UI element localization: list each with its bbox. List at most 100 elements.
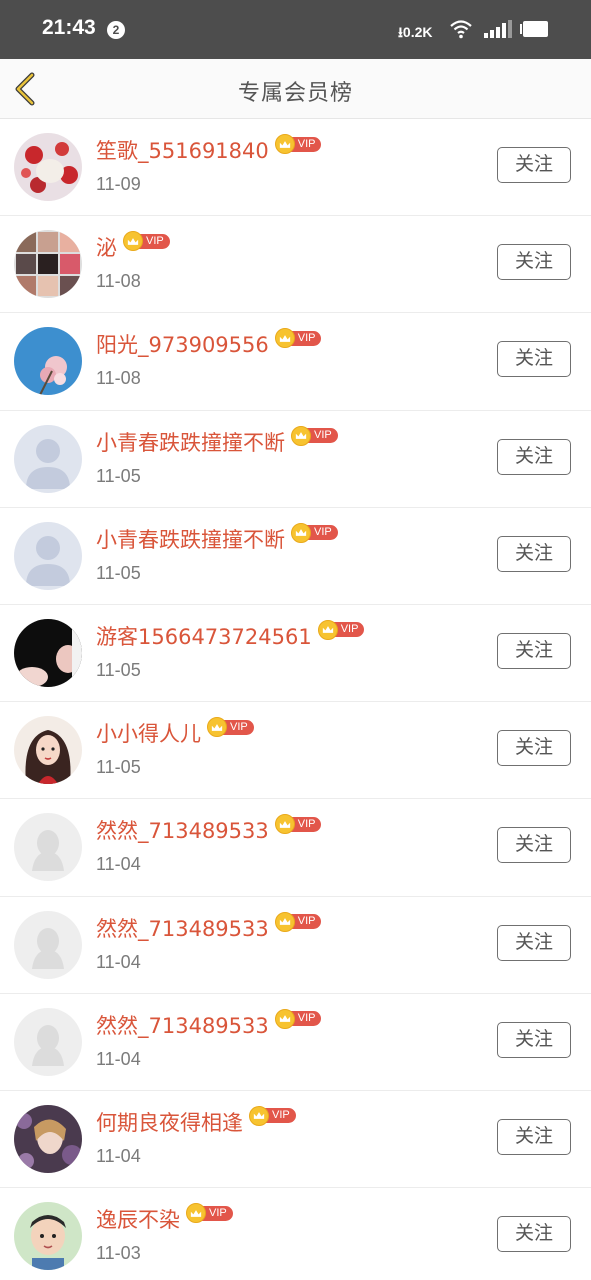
avatar[interactable] bbox=[14, 1104, 82, 1173]
net-speed: ⭳0.2K bbox=[398, 22, 432, 46]
member-row[interactable]: 然然_713489533 VIP 11-04 关注 bbox=[0, 799, 591, 897]
avatar[interactable] bbox=[14, 327, 82, 396]
follow-button[interactable]: 关注 bbox=[497, 1118, 571, 1155]
crown-icon bbox=[274, 1008, 295, 1029]
avatar[interactable] bbox=[14, 813, 82, 882]
follow-button[interactable]: 关注 bbox=[497, 438, 571, 475]
member-row[interactable]: 然然_713489533 VIP 11-04 关注 bbox=[0, 896, 591, 994]
avatar-image bbox=[14, 618, 82, 687]
vip-badge: VIP bbox=[123, 231, 170, 252]
avatar-image bbox=[14, 1104, 82, 1173]
vip-badge: VIP bbox=[291, 522, 338, 543]
avatar[interactable] bbox=[14, 230, 82, 299]
member-name: 然然_713489533 bbox=[96, 916, 269, 941]
crown-icon bbox=[291, 425, 311, 446]
member-date: 11-04 bbox=[96, 951, 141, 972]
crown-icon bbox=[186, 1203, 206, 1224]
member-date: 11-05 bbox=[96, 659, 141, 680]
status-time: 21:43 bbox=[42, 16, 96, 39]
member-name: 阳光_973909556 bbox=[96, 333, 269, 358]
member-date: 11-03 bbox=[96, 1243, 141, 1264]
signal-icon bbox=[484, 20, 512, 38]
avatar[interactable] bbox=[14, 716, 82, 785]
crown-icon bbox=[274, 134, 295, 154]
member-name: 游客1566473724561 bbox=[96, 624, 312, 649]
member-name: 小小得人儿 bbox=[96, 722, 201, 747]
member-row[interactable]: 然然_713489533 VIP 11-04 关注 bbox=[0, 993, 591, 1091]
member-row[interactable]: 小青春跌跌撞撞不断 VIP 11-05 关注 bbox=[0, 507, 591, 605]
member-name-line: 逸辰不染 VIP bbox=[96, 1202, 233, 1236]
follow-button[interactable]: 关注 bbox=[497, 827, 571, 864]
avatar[interactable] bbox=[14, 521, 82, 590]
member-name-line: 小青春跌跌撞撞不断 VIP bbox=[96, 522, 338, 556]
member-list: 笙歌_551691840 VIP 11-09 关注 泌 VIP 11-08 关注 bbox=[0, 119, 591, 1280]
member-date: 11-08 bbox=[96, 271, 141, 292]
avatar[interactable] bbox=[14, 1007, 82, 1076]
page-title: 专属会员榜 bbox=[237, 81, 353, 106]
member-name: 小青春跌跌撞撞不断 bbox=[96, 527, 285, 552]
crown-icon bbox=[207, 717, 227, 738]
member-name: 逸辰不染 bbox=[96, 1208, 180, 1233]
member-date: 11-05 bbox=[96, 562, 141, 583]
member-date: 11-04 bbox=[96, 1048, 141, 1069]
member-row[interactable]: 笙歌_551691840 VIP 11-09 关注 bbox=[0, 119, 591, 217]
member-name-line: 何期良夜得相逢 VIP bbox=[96, 1105, 296, 1139]
crown-icon bbox=[249, 1105, 269, 1126]
vip-badge: VIP bbox=[207, 717, 254, 738]
crown-icon bbox=[317, 619, 338, 640]
member-name-line: 小青春跌跌撞撞不断 VIP bbox=[96, 425, 338, 459]
member-row[interactable]: 游客1566473724561 VIP 11-05 关注 bbox=[0, 604, 591, 703]
avatar-image bbox=[14, 133, 82, 201]
follow-button[interactable]: 关注 bbox=[497, 535, 571, 572]
crown-icon bbox=[274, 911, 295, 932]
member-date: 11-09 bbox=[96, 174, 141, 194]
vip-badge: VIP bbox=[291, 425, 338, 446]
avatar-image bbox=[14, 910, 82, 979]
member-name: 何期良夜得相逢 bbox=[96, 1110, 243, 1135]
follow-button[interactable]: 关注 bbox=[497, 341, 571, 378]
member-date: 11-04 bbox=[96, 854, 141, 875]
avatar[interactable] bbox=[14, 1202, 82, 1271]
follow-button[interactable]: 关注 bbox=[497, 147, 571, 183]
avatar[interactable] bbox=[14, 133, 82, 201]
avatar-image bbox=[14, 716, 82, 785]
follow-button[interactable]: 关注 bbox=[497, 924, 571, 961]
page-header: 专属会员榜 bbox=[0, 59, 591, 119]
follow-button[interactable]: 关注 bbox=[497, 632, 571, 669]
vip-badge: VIP bbox=[249, 1105, 296, 1126]
avatar-image bbox=[14, 1007, 82, 1076]
member-name: 然然_713489533 bbox=[96, 819, 269, 844]
member-name: 然然_713489533 bbox=[96, 1013, 269, 1038]
vip-badge: VIP bbox=[274, 134, 322, 154]
avatar-image bbox=[14, 327, 82, 396]
crown-icon bbox=[274, 814, 295, 835]
member-name-line: 然然_713489533 VIP bbox=[96, 911, 322, 945]
avatar[interactable] bbox=[14, 910, 82, 979]
follow-button[interactable]: 关注 bbox=[497, 1216, 571, 1253]
member-row[interactable]: 泌 VIP 11-08 关注 bbox=[0, 216, 591, 314]
avatar-image bbox=[14, 230, 82, 299]
wifi-icon bbox=[450, 20, 472, 39]
avatar-image bbox=[14, 521, 82, 590]
net-speed-value: 0.2K bbox=[402, 24, 433, 40]
member-row[interactable]: 阳光_973909556 VIP 11-08 关注 bbox=[0, 313, 591, 411]
member-row[interactable]: 小小得人儿 VIP 11-05 关注 bbox=[0, 702, 591, 800]
avatar[interactable] bbox=[14, 618, 82, 687]
status-bar: 21:43 2 ⭳0.2K bbox=[0, 0, 591, 59]
member-row[interactable]: 逸辰不染 VIP 11-03 关注 bbox=[0, 1188, 591, 1280]
follow-button[interactable]: 关注 bbox=[497, 730, 571, 767]
crown-icon bbox=[274, 328, 295, 349]
member-date: 11-05 bbox=[96, 757, 141, 778]
member-name-line: 然然_713489533 VIP bbox=[96, 1008, 322, 1042]
avatar-image bbox=[14, 424, 82, 493]
member-name-line: 然然_713489533 VIP bbox=[96, 813, 322, 847]
member-row[interactable]: 小青春跌跌撞撞不断 VIP 11-05 关注 bbox=[0, 410, 591, 508]
member-row[interactable]: 何期良夜得相逢 VIP 11-04 关注 bbox=[0, 1090, 591, 1189]
follow-button[interactable]: 关注 bbox=[497, 244, 571, 281]
follow-button[interactable]: 关注 bbox=[497, 1021, 571, 1058]
member-name: 泌 bbox=[96, 236, 117, 261]
vip-badge: VIP bbox=[274, 1008, 322, 1029]
avatar[interactable] bbox=[14, 424, 82, 493]
avatar-image bbox=[14, 813, 82, 882]
member-name-line: 泌 VIP bbox=[96, 230, 170, 264]
